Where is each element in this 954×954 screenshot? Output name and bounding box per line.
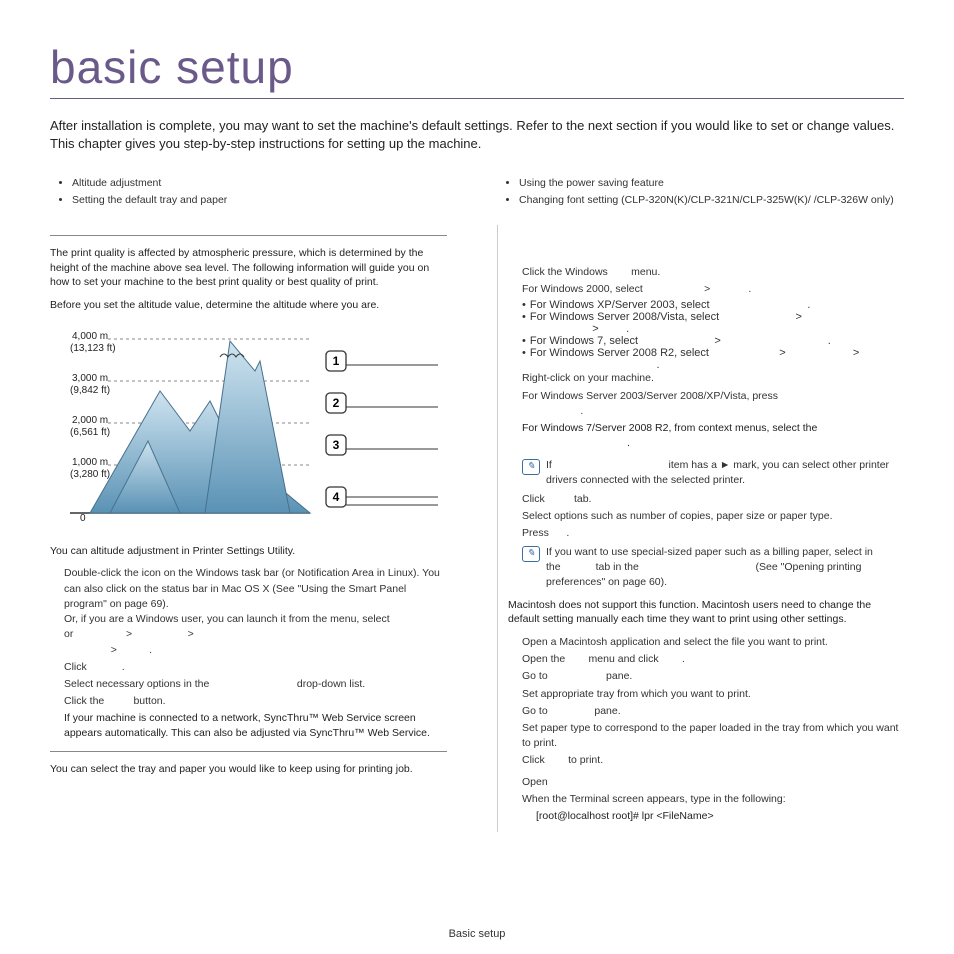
alt-label-m: 2,000 m	[72, 415, 108, 426]
toc-item[interactable]: Changing font setting (CLP-320N(K)/CLP-3…	[519, 192, 904, 209]
right-column: Click the Windows menu. For Windows 2000…	[497, 225, 904, 832]
svg-text:1: 1	[333, 354, 340, 368]
step: Go to pane.	[522, 669, 904, 684]
step: Open a Macintosh application and select …	[522, 635, 904, 650]
step: Select options such as number of copies,…	[522, 509, 904, 524]
alt-label-m: 0	[80, 513, 86, 524]
alt-label-ft: (13,123 ft)	[70, 343, 116, 354]
alt-label-ft: (3,280 ft)	[70, 469, 110, 480]
svg-text:2: 2	[333, 396, 340, 410]
step: For Windows Server 2003/Server 2008/XP/V…	[522, 389, 904, 419]
paragraph: The print quality is affected by atmosph…	[50, 246, 447, 290]
step: Select necessary options in the drop-dow…	[64, 677, 447, 692]
step: Open the menu and click .	[522, 652, 904, 667]
alt-region-boxes: 1 2 3 4	[326, 351, 438, 507]
substep: For Windows XP/Server 2003, select .	[522, 299, 904, 311]
step: Click the button.	[64, 694, 447, 709]
left-column: The print quality is affected by atmosph…	[50, 225, 457, 832]
step: Press .	[522, 526, 904, 541]
svg-text:3: 3	[333, 438, 340, 452]
alt-label-ft: (9,842 ft)	[70, 385, 110, 396]
step: Click to print.	[522, 753, 904, 768]
paragraph: Macintosh does not support this function…	[508, 598, 904, 627]
note: ✎ If you want to use special-sized paper…	[522, 545, 904, 589]
substep: For Windows Server 2008/Vista, select > …	[522, 311, 904, 335]
step: Set paper type to correspond to the pape…	[522, 721, 904, 751]
step: Click the Windows menu.	[522, 265, 904, 280]
paragraph: If your machine is connected to a networ…	[50, 711, 447, 740]
step: Click .	[64, 660, 447, 675]
substep: For Windows 7, select > .	[522, 335, 904, 347]
toc-item[interactable]: Altitude adjustment	[72, 175, 447, 192]
step: Right-click on your machine.	[522, 371, 904, 386]
step: Click tab.	[522, 492, 904, 507]
page-title: basic setup	[50, 40, 904, 94]
toc-right: Using the power saving feature Changing …	[497, 175, 904, 209]
intro-paragraph: After installation is complete, you may …	[50, 117, 904, 153]
note: ✎ If item has a ► mark, you can select o…	[522, 458, 904, 487]
altitude-chart: 4,000 m 3,000 m 2,000 m 1,000 m 0 (13,12…	[50, 321, 447, 534]
paragraph: You can select the tray and paper you wo…	[50, 762, 447, 777]
alt-label-m: 4,000 m	[72, 331, 108, 342]
step: Open	[522, 775, 904, 790]
toc-item[interactable]: Using the power saving feature	[519, 175, 904, 192]
page-footer: Basic setup	[0, 928, 954, 940]
alt-label-ft: (6,561 ft)	[70, 427, 110, 438]
toc-item[interactable]: Setting the default tray and paper	[72, 192, 447, 209]
note-icon: ✎	[522, 459, 540, 475]
alt-label-m: 3,000 m	[72, 373, 108, 384]
substep: For Windows Server 2008 R2, select > > .	[522, 347, 904, 371]
step: Double-click the icon on the Windows tas…	[64, 566, 447, 657]
toc-left: Altitude adjustment Setting the default …	[50, 175, 457, 209]
paragraph: You can altitude adjustment in Printer S…	[50, 544, 447, 559]
step: For Windows 2000, select > .	[522, 282, 904, 297]
section-altitude	[50, 235, 447, 240]
step: Set appropriate tray from which you want…	[522, 687, 904, 702]
terminal-command: [root@localhost root]# lpr <FileName>	[508, 809, 904, 824]
note-icon: ✎	[522, 546, 540, 562]
title-rule	[50, 98, 904, 99]
paragraph: Before you set the altitude value, deter…	[50, 298, 447, 313]
alt-label-m: 1,000 m	[72, 457, 108, 468]
step: When the Terminal screen appears, type i…	[522, 792, 904, 807]
section-default-tray	[50, 751, 447, 756]
step: Go to pane.	[522, 704, 904, 719]
svg-text:4: 4	[333, 490, 340, 504]
paragraph: For Windows 7/Server 2008 R2, from conte…	[508, 421, 904, 450]
